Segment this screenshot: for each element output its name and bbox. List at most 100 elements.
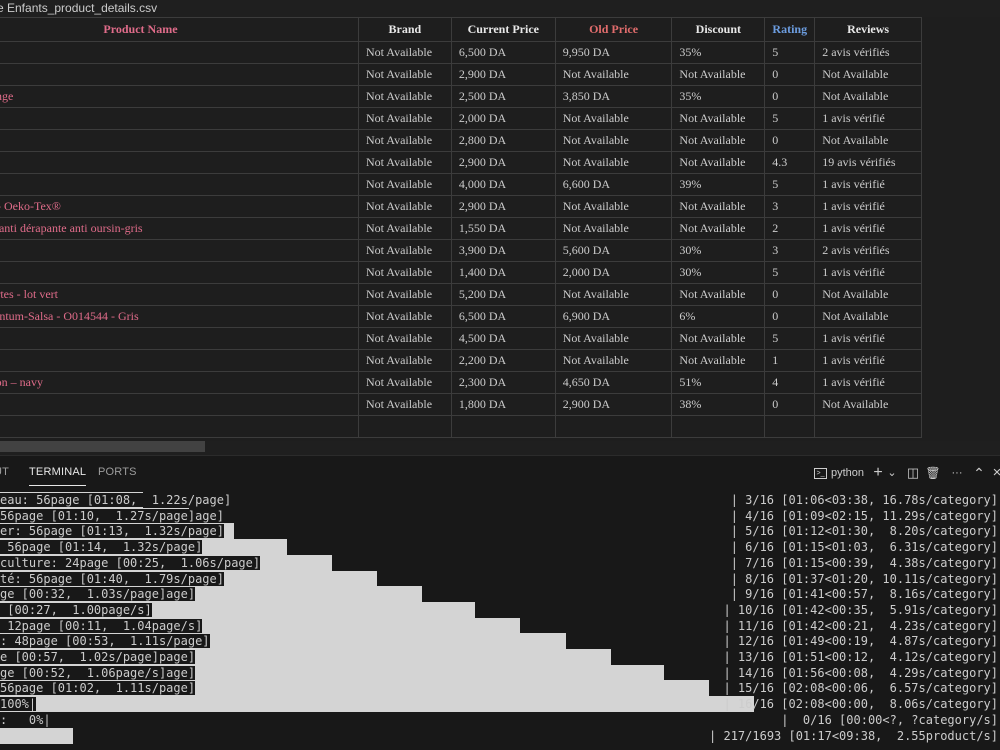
table-row: e – 100% Coton – navyNot Available2,300 …	[0, 371, 922, 394]
table-cell: omme	[0, 393, 359, 416]
table-cell: 1 avis vérifié	[814, 327, 922, 350]
table-cell	[357, 415, 452, 438]
csv-preview: Product Name Brand Current Price Old Price D…	[0, 17, 1000, 441]
terminal-line-text: 56page [01:10, 1.27s/page]age]	[0, 508, 224, 523]
new-terminal-button[interactable]: +	[870, 462, 886, 484]
table-cell	[554, 415, 673, 438]
table-cell: 2,900 DA	[554, 393, 673, 416]
table-cell: Not Available	[554, 63, 673, 86]
column-header[interactable]: Brand	[357, 17, 452, 42]
tab-ports[interactable]: PORTS	[98, 466, 137, 478]
close-panel-icon[interactable]: ×	[990, 462, 1000, 484]
terminal-line: 12page [00:11, 1.04page/s]	[0, 618, 203, 634]
terminal-line: ge [00:52, 1.06page/s]age]	[0, 665, 196, 681]
progress-bar-fill	[0, 696, 754, 713]
product-table: Product Name Brand Current Price Old Price D…	[0, 17, 922, 438]
table-cell: 1 avis vérifié	[814, 195, 922, 218]
tab-output[interactable]: UT	[0, 466, 9, 478]
chevron-down-icon[interactable]: ⌄	[886, 462, 898, 484]
table-cell: 4,650 DA	[554, 371, 673, 394]
table-cell: 2,000 DA	[450, 107, 556, 130]
column-header[interactable]: Old Price	[554, 17, 673, 42]
column-header[interactable]: Current Price	[450, 17, 556, 42]
table-row: Not Available 2,000 DA Not Available Not Av…	[0, 107, 922, 130]
terminal-line-text: ge [00:52, 1.06page/s]age]	[0, 665, 196, 680]
table-cell: 5	[764, 107, 816, 130]
terminal-stat-line: | 12/16 [01:49<00:19, 4.87s/category]	[723, 634, 998, 649]
column-header[interactable]: Product Name	[0, 17, 359, 42]
table-cell: Manches Courtes - lot vert	[0, 283, 359, 306]
terminal-stat-line: | 4/16 [01:09<02:15, 11.29s/category]	[730, 508, 998, 523]
horizontal-scrollbar[interactable]	[0, 441, 205, 452]
maximize-panel-icon[interactable]: ⌃	[972, 462, 986, 484]
table-cell: 6,600 DA	[554, 173, 673, 196]
table-row: Not Available 1,400 DA 2,000 DA 30% 5 1 avis …	[0, 261, 922, 284]
table-cell: ANGO KIDS	[0, 129, 359, 152]
column-header[interactable]: Reviews	[814, 17, 922, 42]
terminal-line: culture: 24page [00:25, 1.06s/page]	[0, 555, 261, 571]
table-cell: Not Available	[671, 217, 766, 240]
table-cell: Not Available	[357, 371, 452, 394]
table-cell: Not Available	[357, 239, 452, 262]
more-actions-icon[interactable]: ···	[946, 462, 968, 484]
file-tab-title[interactable]: e Enfants_product_details.csv	[0, 1, 157, 15]
terminal-output[interactable]: eau: 56page [01:08, 1.22s/page] 56page [0…	[0, 490, 1000, 750]
table-cell: 0	[764, 305, 816, 328]
tab-terminal[interactable]: TERMINAL	[29, 466, 87, 486]
table-cell: Not Available	[814, 283, 922, 306]
terminal-stat-line: | 14/16 [01:56<00:08, 4.29s/category]	[723, 665, 998, 680]
table-cell: 1 avis vérifié	[814, 261, 922, 284]
table-cell: Not Available	[357, 63, 452, 86]
terminal-line-text: er: 56page [01:13, 1.32s/page]	[0, 524, 224, 539]
shell-label: python	[830, 467, 865, 479]
terminal-line-text: : 48page [00:53, 1.11s/page]	[0, 634, 210, 649]
table-cell: 6,500 DA	[450, 41, 556, 64]
terminal-line: er: 56page [01:13, 1.32s/page]	[0, 523, 224, 539]
table-row: Vla Jnr Momentum-Salsa - O014544 - GrisN…	[0, 305, 922, 328]
table-cell: 6%	[671, 305, 766, 328]
table-cell: Not Available	[671, 195, 766, 218]
terminal-toolbar: >_ python + ⌄ ◫ 🗑 ··· ⌃ ×	[810, 462, 1000, 484]
table-cell: 1 avis vérifié	[814, 107, 922, 130]
column-header[interactable]: Rating	[764, 17, 816, 42]
table-cell: Not Available	[357, 85, 452, 108]
table-cell: 1 avis vérifié	[814, 173, 922, 196]
column-header[interactable]: Discount	[671, 17, 766, 42]
table-cell: 1,800 DA	[450, 393, 556, 416]
table-cell: Not Available	[554, 349, 673, 372]
table-cell: 5,600 DA	[554, 239, 673, 262]
table-cell: Not Available	[814, 305, 922, 328]
table-cell: 0	[764, 393, 816, 416]
table-cell: Not Available	[357, 129, 452, 152]
terminal-line: 100%|	[0, 696, 37, 712]
table-cell: 2 avis vérifiés	[814, 41, 922, 64]
table-cell: 6,900 DA	[554, 305, 673, 328]
terminal-line-text: 56page [01:14, 1.32s/page]	[0, 540, 203, 555]
split-terminal-icon[interactable]: ◫	[904, 462, 922, 484]
table-cell: Not Available	[357, 305, 452, 328]
table-row: Manches Courtes - lot vertNot Available5…	[0, 283, 922, 306]
table-cell: 2,200 DA	[450, 349, 556, 372]
terminal-stat-line: | 7/16 [01:15<00:39, 4.38s/category]	[730, 555, 998, 570]
table-row: ancNot Available6,500 DA9,950 DA35%52 av…	[0, 41, 922, 64]
table-cell	[0, 63, 359, 86]
table-cell: 19 avis vérifiés	[814, 151, 922, 174]
terminal-line-text: e [00:57, 1.02s/page]page]	[0, 650, 196, 664]
table-row	[0, 415, 922, 438]
panel-tabs: UT TERMINAL PORTS >_python + ⌄ ◫ 🗑 ··· ⌃…	[0, 456, 1000, 490]
table-cell: Not Available	[671, 63, 766, 86]
table-cell: Not Available	[357, 107, 452, 130]
terminal-line: ge [00:32, 1.03s/page]age]	[0, 586, 196, 602]
progress-bars: eau: 56page [01:08, 1.22s/page] 56page [0…	[0, 490, 760, 750]
table-cell: 6,500 DA	[450, 305, 556, 328]
terminal-line: 56page [01:14, 1.32s/page]	[0, 539, 203, 555]
table-cell: 4.3	[764, 151, 816, 174]
shell-selector[interactable]: >_ python	[810, 462, 868, 484]
table-cell: 5	[764, 41, 816, 64]
table-cell: Not Available	[357, 327, 452, 350]
terminal-line: [00:27, 1.00page/s]	[0, 602, 152, 618]
trash-icon[interactable]: 🗑	[924, 462, 942, 484]
table-cell	[814, 415, 922, 438]
table-cell: e – 100% Coton – navy	[0, 371, 359, 394]
table-cell: 1 avis vérifié	[814, 217, 922, 240]
